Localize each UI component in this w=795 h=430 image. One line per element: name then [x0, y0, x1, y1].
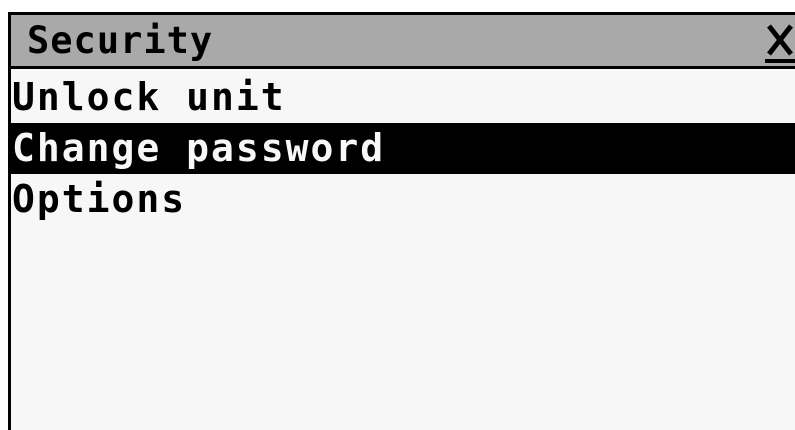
title-bar: Security [11, 15, 795, 69]
security-dialog: Security Unlock unit Change password Opt… [8, 12, 795, 430]
dialog-title: Security [27, 19, 214, 62]
menu-item-change-password[interactable]: Change password [11, 123, 795, 174]
device-screen: Security Unlock unit Change password Opt… [0, 0, 795, 430]
menu-item-unlock-unit[interactable]: Unlock unit [11, 72, 795, 123]
close-button[interactable] [765, 19, 795, 63]
menu-item-options[interactable]: Options [11, 174, 795, 225]
security-menu: Unlock unit Change password Options [11, 72, 795, 225]
close-icon [767, 24, 793, 56]
